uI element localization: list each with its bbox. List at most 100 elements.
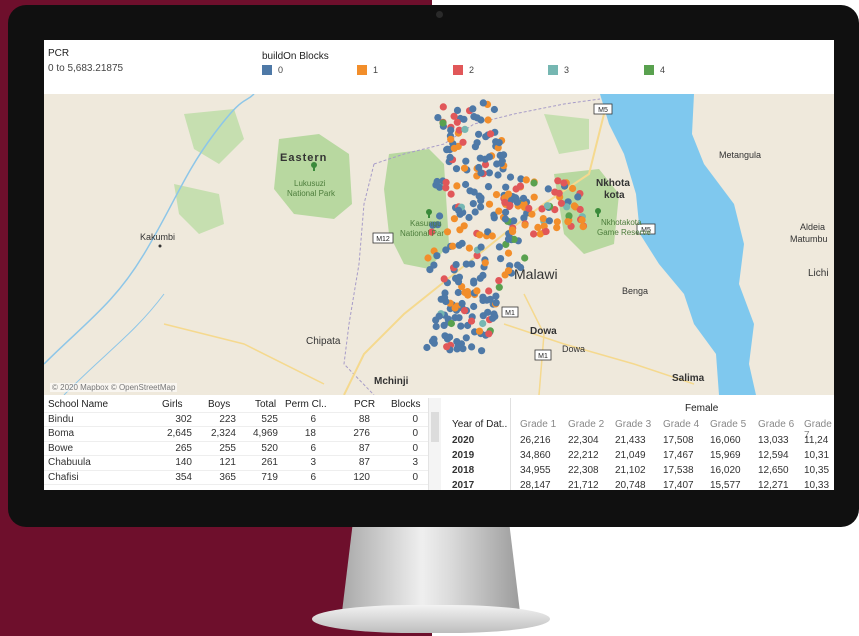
column-header[interactable]: Total xyxy=(255,399,276,410)
school-point[interactable] xyxy=(468,343,476,351)
school-point[interactable] xyxy=(466,187,474,195)
school-point[interactable] xyxy=(462,334,470,342)
map-attribution[interactable]: © 2020 Mapbox © OpenStreetMap xyxy=(50,383,178,392)
grade-header[interactable]: Grade 3 xyxy=(615,419,651,430)
school-point[interactable] xyxy=(545,217,553,225)
school-point[interactable] xyxy=(451,304,459,312)
table-row[interactable]: Bowe 265 255 520 6 87 0 xyxy=(44,442,428,456)
school-point[interactable] xyxy=(477,203,485,211)
school-point[interactable] xyxy=(492,191,501,199)
grade-header[interactable]: Grade 6 xyxy=(758,419,794,430)
school-point[interactable] xyxy=(502,208,510,216)
school-point[interactable] xyxy=(443,335,452,343)
school-point[interactable] xyxy=(430,261,438,269)
school-point[interactable] xyxy=(446,153,454,161)
school-point[interactable] xyxy=(504,249,513,257)
school-point[interactable] xyxy=(441,293,449,302)
school-point[interactable] xyxy=(534,223,542,231)
school-point[interactable] xyxy=(557,199,566,207)
school-point[interactable] xyxy=(492,292,500,300)
school-point[interactable] xyxy=(475,327,484,335)
legend-item-2[interactable]: 2 xyxy=(453,65,474,75)
school-point[interactable] xyxy=(430,339,438,347)
school-point[interactable] xyxy=(504,267,513,275)
table-row[interactable]: Bindu 302 223 525 6 88 0 xyxy=(44,413,428,427)
school-point[interactable] xyxy=(471,143,479,151)
school-point[interactable] xyxy=(516,182,524,190)
scrollbar-thumb[interactable] xyxy=(431,412,439,442)
school-point[interactable] xyxy=(495,243,503,251)
school-point[interactable] xyxy=(443,228,452,236)
legend-item-0[interactable]: 0 xyxy=(262,65,283,75)
school-point[interactable] xyxy=(553,218,561,226)
school-point[interactable] xyxy=(457,322,465,330)
school-point[interactable] xyxy=(497,159,505,167)
school-point[interactable] xyxy=(423,343,431,352)
school-point[interactable] xyxy=(462,180,470,189)
school-point[interactable] xyxy=(484,183,493,191)
school-point[interactable] xyxy=(447,126,455,134)
school-point[interactable] xyxy=(479,319,487,328)
school-point[interactable] xyxy=(469,105,477,113)
school-point[interactable] xyxy=(530,230,538,238)
school-point[interactable] xyxy=(461,288,469,297)
school-point[interactable] xyxy=(481,259,489,267)
school-point[interactable] xyxy=(424,254,432,262)
school-point[interactable] xyxy=(440,275,448,283)
school-point[interactable] xyxy=(495,283,503,291)
school-point[interactable] xyxy=(455,314,463,322)
school-point[interactable] xyxy=(530,193,538,201)
school-point[interactable] xyxy=(458,299,466,308)
school-point[interactable] xyxy=(449,242,457,250)
school-point[interactable] xyxy=(506,173,515,181)
school-point[interactable] xyxy=(525,204,533,212)
school-point[interactable] xyxy=(485,169,493,177)
school-point[interactable] xyxy=(543,202,552,210)
school-point[interactable] xyxy=(501,198,509,206)
school-point[interactable] xyxy=(470,113,478,121)
school-point[interactable] xyxy=(470,302,478,311)
column-header[interactable]: Girls xyxy=(162,399,183,410)
school-point[interactable] xyxy=(476,231,484,239)
school-point[interactable] xyxy=(478,347,486,355)
legend-item-1[interactable]: 1 xyxy=(357,65,378,75)
school-point[interactable] xyxy=(475,163,483,172)
grade-header[interactable]: Grade 1 xyxy=(520,419,556,430)
school-point[interactable] xyxy=(555,189,563,197)
school-point[interactable] xyxy=(488,232,496,240)
school-point[interactable] xyxy=(490,310,498,318)
school-point[interactable] xyxy=(470,277,478,285)
school-point[interactable] xyxy=(453,338,461,346)
school-point[interactable] xyxy=(434,114,442,122)
column-header[interactable]: Perm Cl.. xyxy=(285,399,327,410)
school-point[interactable] xyxy=(542,227,550,236)
school-point[interactable] xyxy=(500,151,508,159)
school-point[interactable] xyxy=(460,164,469,172)
school-point[interactable] xyxy=(455,206,463,214)
school-point[interactable] xyxy=(453,118,461,126)
school-point[interactable] xyxy=(450,215,458,223)
school-point[interactable] xyxy=(521,221,529,229)
school-point[interactable] xyxy=(485,200,494,208)
school-point[interactable] xyxy=(465,213,473,222)
school-point[interactable] xyxy=(502,183,510,191)
year-column-header[interactable]: Year of Dat.. xyxy=(452,419,507,430)
school-point[interactable] xyxy=(443,343,451,351)
grade-header[interactable]: Grade 5 xyxy=(710,419,746,430)
school-point[interactable] xyxy=(460,307,469,315)
school-point[interactable] xyxy=(570,202,579,210)
school-point[interactable] xyxy=(435,312,443,320)
school-point[interactable] xyxy=(443,145,452,153)
school-point[interactable] xyxy=(509,228,517,236)
school-point[interactable] xyxy=(521,254,529,262)
school-point[interactable] xyxy=(544,185,552,193)
school-point[interactable] xyxy=(465,244,473,252)
school-point[interactable] xyxy=(501,215,509,223)
school-point[interactable] xyxy=(453,106,462,114)
school-point[interactable] xyxy=(460,115,468,123)
school-point[interactable] xyxy=(459,138,467,146)
school-point[interactable] xyxy=(442,246,450,254)
table-row[interactable]: Chabuula 140 121 261 3 87 3 xyxy=(44,456,428,471)
map-canvas[interactable]: M5 M5 M12 M1 M1 Eastern Lukusuzi Nationa… xyxy=(44,94,834,395)
school-point[interactable] xyxy=(447,190,455,198)
